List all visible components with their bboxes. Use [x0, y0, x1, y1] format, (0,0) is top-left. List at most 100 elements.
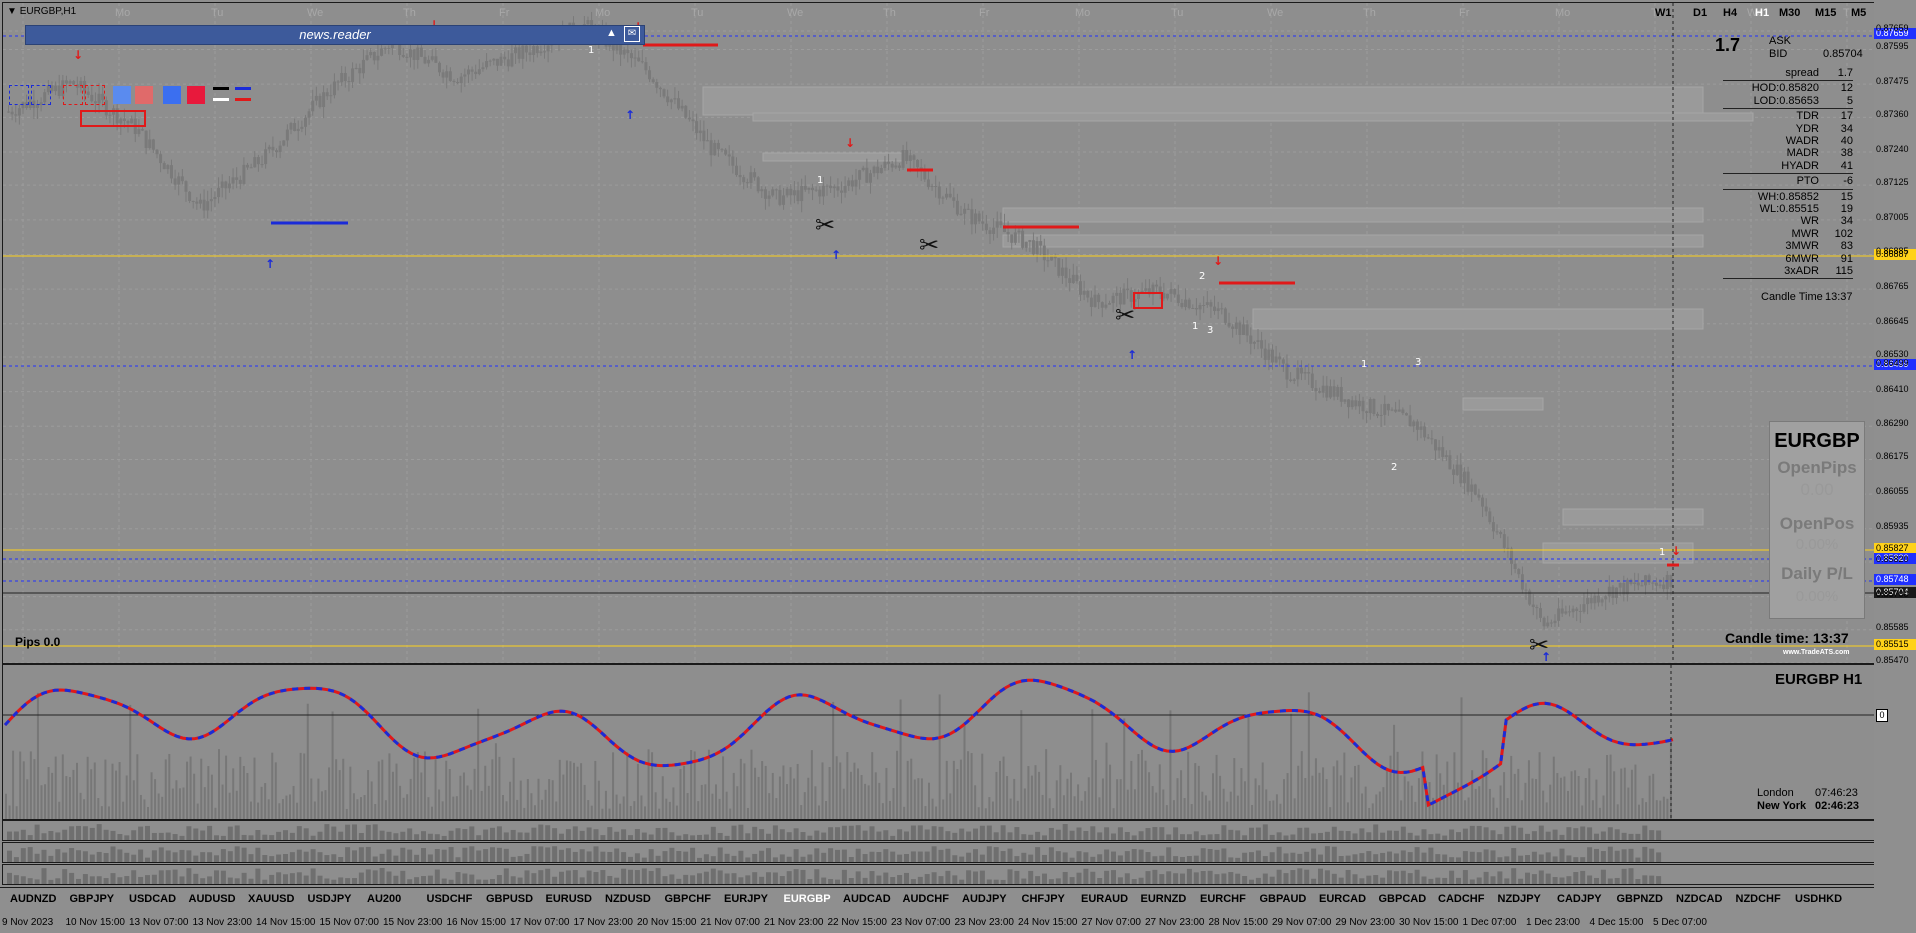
- timeframe-m15[interactable]: M15: [1815, 7, 1836, 19]
- symbol-audjpy[interactable]: AUDJPY: [962, 893, 1007, 905]
- collapse-icon[interactable]: ▲: [606, 27, 617, 39]
- candle-body: [1571, 608, 1575, 613]
- news-reader-bar[interactable]: news.reader ▲ ✉: [25, 25, 645, 45]
- symbol-cadjpy[interactable]: CADJPY: [1557, 893, 1602, 905]
- price-axis[interactable]: [1874, 0, 1916, 933]
- swatch-fill-lightblue[interactable]: [113, 86, 131, 104]
- symbol-euraud[interactable]: EURAUD: [1081, 893, 1128, 905]
- symbol-gbpnzd[interactable]: GBPNZD: [1617, 893, 1663, 905]
- swatch-dashed-red[interactable]: [85, 85, 105, 105]
- stat-key: WL:0.85515: [1759, 203, 1819, 215]
- sub-bar: [317, 831, 323, 840]
- sub-bar: [1552, 856, 1558, 862]
- candle-body: [1347, 399, 1351, 408]
- candle-body: [347, 81, 351, 83]
- symbol-usdchf[interactable]: USDCHF: [427, 893, 473, 905]
- symbol-gbpcad[interactable]: GBPCAD: [1379, 893, 1427, 905]
- mail-icon[interactable]: ✉: [624, 26, 640, 42]
- sub-bar: [559, 871, 564, 884]
- sub-pane-1[interactable]: [2, 820, 1875, 841]
- price-axis-label: 0.86885: [1876, 246, 1909, 257]
- oscillator-pane[interactable]: EURGBP H1 London 07:46:23 New York 02:46…: [2, 664, 1875, 820]
- sub-bar: [427, 833, 433, 840]
- symbol-audnzd[interactable]: AUDNZD: [10, 893, 56, 905]
- candle-body: [1404, 413, 1408, 416]
- candle-body: [1484, 506, 1488, 512]
- sub-bar: [455, 872, 461, 884]
- symbol-eurgbp[interactable]: EURGBP: [784, 893, 831, 905]
- symbol-au200[interactable]: AU200: [367, 893, 401, 905]
- symbol-eurnzd[interactable]: EURNZD: [1141, 893, 1187, 905]
- price-chart-pane[interactable]: ↓ ↓ ↓ ↓ ↓ ↓ ↑ ↑ ↑ ↑ ↑ ✂ ✂ ✂ ✂ 1: [2, 2, 1875, 664]
- candle-body: [1216, 308, 1220, 312]
- symbol-xauusd[interactable]: XAUUSD: [248, 893, 294, 905]
- swatch-fill-blue[interactable]: [163, 86, 181, 104]
- candle-body: [850, 180, 854, 187]
- sub-bar: [1007, 832, 1013, 840]
- symbol-eurcad[interactable]: EURCAD: [1319, 893, 1366, 905]
- symbol-gbpaud[interactable]: GBPAUD: [1260, 893, 1307, 905]
- swatch-outline-red[interactable]: [63, 85, 83, 105]
- symbol-gbpjpy[interactable]: GBPJPY: [70, 893, 115, 905]
- candle-body: [332, 81, 336, 96]
- symbol-eurusd[interactable]: EURUSD: [546, 893, 592, 905]
- candle-body: [1462, 471, 1466, 484]
- symbol-gbpusd[interactable]: GBPUSD: [486, 893, 533, 905]
- symbol-nzdchf[interactable]: NZDCHF: [1736, 893, 1781, 905]
- symbol-nzdusd[interactable]: NZDUSD: [605, 893, 651, 905]
- sub-bar: [607, 827, 613, 840]
- symbol-gbpchf[interactable]: GBPCHF: [665, 893, 711, 905]
- symbol-cadchf[interactable]: CADCHF: [1438, 893, 1484, 905]
- volume-bar: [1119, 779, 1122, 819]
- price-chart-canvas[interactable]: ↓ ↓ ↓ ↓ ↓ ↓ ↑ ↑ ↑ ↑ ↑ ✂ ✂ ✂ ✂ 1: [3, 3, 1874, 663]
- sub-bar: [986, 879, 992, 884]
- timeframe-d1[interactable]: D1: [1693, 7, 1707, 19]
- symbol-eurjpy[interactable]: EURJPY: [724, 893, 768, 905]
- swatch-line-blue[interactable]: [235, 87, 251, 90]
- sub-pane-3[interactable]: [2, 864, 1875, 885]
- swatch-fill-red[interactable]: [187, 86, 205, 104]
- sub-pane-bars-1: [7, 824, 1662, 840]
- swatch-outline-blue[interactable]: [9, 85, 29, 105]
- swatch-line-red[interactable]: [235, 98, 251, 101]
- candle-body: [437, 62, 441, 73]
- symbol-nzdcad[interactable]: NZDCAD: [1676, 893, 1722, 905]
- symbol-chfjpy[interactable]: CHFJPY: [1022, 893, 1065, 905]
- candle-body: [622, 49, 626, 55]
- candle-body: [695, 121, 699, 134]
- candle-body: [912, 155, 916, 160]
- volume-bar: [1442, 784, 1445, 819]
- time-axis-label: 27 Nov 23:00: [1145, 917, 1205, 928]
- symbol-nzdjpy[interactable]: NZDJPY: [1498, 893, 1541, 905]
- swatch-line-black[interactable]: [213, 87, 229, 90]
- symbol-usdjpy[interactable]: USDJPY: [308, 893, 352, 905]
- sub-bar: [55, 832, 61, 840]
- symbol-switcher[interactable]: AUDNZD GBPJPY USDCAD AUDUSD XAUUSD USDJPY AU20…: [0, 887, 1874, 910]
- timeframe-selector[interactable]: W1 D1 H4 H1 M30 M15 M5: [1655, 3, 1874, 21]
- drawing-toolbar[interactable]: [9, 85, 251, 105]
- timeframe-h1[interactable]: H1: [1755, 7, 1769, 19]
- candle-body: [974, 213, 978, 225]
- sub-bar: [1352, 874, 1358, 884]
- volume-bar: [679, 768, 682, 819]
- symbol-usdhkd[interactable]: USDHKD: [1795, 893, 1842, 905]
- symbol-eurchf[interactable]: EURCHF: [1200, 893, 1246, 905]
- volume-bar: [26, 779, 29, 819]
- swatch-dashed-blue[interactable]: [31, 85, 51, 105]
- sub-bar: [352, 850, 357, 862]
- timeframe-h4[interactable]: H4: [1723, 7, 1737, 19]
- symbol-audusd[interactable]: AUDUSD: [189, 893, 236, 905]
- sub-pane-2[interactable]: [2, 842, 1875, 863]
- open-pips-value: 0.00: [1800, 480, 1834, 499]
- symbol-usdcad[interactable]: USDCAD: [129, 893, 176, 905]
- candle-body: [626, 49, 630, 54]
- swatch-line-white[interactable]: [213, 98, 229, 101]
- symbol-audchf[interactable]: AUDCHF: [903, 893, 949, 905]
- volume-bar: [931, 798, 934, 819]
- timeframe-w1[interactable]: W1: [1655, 7, 1672, 19]
- symbol-audcad[interactable]: AUDCAD: [843, 893, 891, 905]
- volume-bar: [1460, 697, 1463, 819]
- timeframe-m5[interactable]: M5: [1851, 7, 1866, 19]
- timeframe-m30[interactable]: M30: [1779, 7, 1800, 19]
- swatch-fill-lightred[interactable]: [135, 86, 153, 104]
